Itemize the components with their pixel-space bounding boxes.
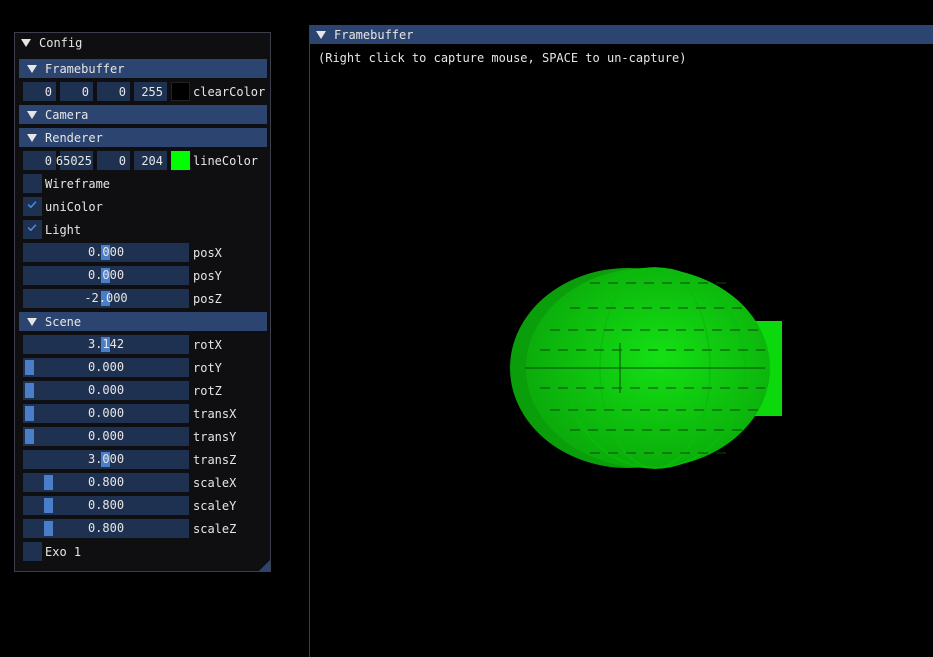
framebuffer-section-label: Framebuffer xyxy=(45,61,125,76)
wireframe-checkbox[interactable] xyxy=(23,174,42,193)
checkmark-icon xyxy=(27,201,37,208)
scalex-slider[interactable]: 0.800 xyxy=(23,473,189,492)
renderer-section-label: Renderer xyxy=(45,130,103,145)
scalex-value: 0.800 xyxy=(87,475,125,489)
framebuffer-window: Framebuffer (Right click to capture mous… xyxy=(309,25,933,657)
scaley-value: 0.800 xyxy=(87,498,125,512)
rendered-mesh xyxy=(510,267,782,469)
scalex-label: scaleX xyxy=(193,475,237,490)
transx-value: 0.000 xyxy=(87,406,125,420)
scaley-label: scaleY xyxy=(193,498,237,513)
rotz-value: 0.000 xyxy=(87,383,125,397)
resize-grip-icon[interactable] xyxy=(259,560,270,571)
render-viewport[interactable] xyxy=(310,68,933,657)
collapse-arrow-icon[interactable] xyxy=(316,30,326,39)
renderer-section-header[interactable]: Renderer xyxy=(19,128,267,147)
exo1-checkbox[interactable] xyxy=(23,542,42,561)
unicolor-label: uniColor xyxy=(45,199,103,214)
light-checkbox[interactable] xyxy=(23,220,42,239)
scene-section-header[interactable]: Scene xyxy=(19,312,267,331)
rotz-label: rotZ xyxy=(193,383,222,398)
posz-slider[interactable]: -2.000 xyxy=(23,289,189,308)
posy-value: 0.000 xyxy=(87,268,125,282)
posy-label: posY xyxy=(193,268,222,283)
capture-hint: (Right click to capture mouse, SPACE to … xyxy=(318,51,687,65)
rotx-slider[interactable]: 3.142 xyxy=(23,335,189,354)
exo1-label: Exo 1 xyxy=(45,544,82,559)
line-color-a[interactable]: 204 xyxy=(134,151,167,170)
framebuffer-section-header[interactable]: Framebuffer xyxy=(19,59,267,78)
framebuffer-titlebar[interactable]: Framebuffer xyxy=(310,25,933,44)
clear-color-b[interactable]: 0 xyxy=(97,82,130,101)
line-color-r[interactable]: 0 xyxy=(23,151,56,170)
collapse-arrow-icon xyxy=(27,64,37,73)
light-label: Light xyxy=(45,222,82,237)
posy-slider[interactable]: 0.000 xyxy=(23,266,189,285)
line-color-g[interactable]: 65025 xyxy=(56,151,93,170)
posx-label: posX xyxy=(193,245,222,260)
posz-label: posZ xyxy=(193,291,222,306)
line-color-label: lineColor xyxy=(193,153,259,168)
transx-slider[interactable]: 0.000 xyxy=(23,404,189,423)
rotx-label: rotX xyxy=(193,337,222,352)
checkmark-icon xyxy=(27,224,37,231)
line-color-swatch[interactable] xyxy=(171,151,190,170)
framebuffer-title: Framebuffer xyxy=(334,27,414,42)
transx-label: transX xyxy=(193,406,237,421)
scene-section-label: Scene xyxy=(45,314,82,329)
roty-label: rotY xyxy=(193,360,222,375)
transz-slider[interactable]: 3.000 xyxy=(23,450,189,469)
transz-label: transZ xyxy=(193,452,237,467)
scalez-slider[interactable]: 0.800 xyxy=(23,519,189,538)
scaley-slider[interactable]: 0.800 xyxy=(23,496,189,515)
posz-value: -2.000 xyxy=(84,291,128,305)
transy-value: 0.000 xyxy=(87,429,125,443)
transy-label: transY xyxy=(193,429,237,444)
unicolor-checkbox[interactable] xyxy=(23,197,42,216)
camera-section-label: Camera xyxy=(45,107,89,122)
collapse-arrow-icon xyxy=(27,133,37,142)
rotx-value: 3.142 xyxy=(87,337,125,351)
clear-color-a[interactable]: 255 xyxy=(134,82,167,101)
clear-color-label: clearColor xyxy=(193,84,266,99)
rotz-slider[interactable]: 0.000 xyxy=(23,381,189,400)
clear-color-swatch[interactable] xyxy=(171,82,190,101)
collapse-arrow-icon[interactable] xyxy=(21,39,31,47)
clear-color-g[interactable]: 0 xyxy=(60,82,93,101)
config-titlebar[interactable]: Config xyxy=(15,33,270,53)
config-title: Config xyxy=(39,36,83,50)
transz-value: 3.000 xyxy=(87,452,125,466)
camera-section-header[interactable]: Camera xyxy=(19,105,267,124)
posx-slider[interactable]: 0.000 xyxy=(23,243,189,262)
transy-slider[interactable]: 0.000 xyxy=(23,427,189,446)
posx-value: 0.000 xyxy=(87,245,125,259)
clear-color-r[interactable]: 0 xyxy=(23,82,56,101)
line-color-b[interactable]: 0 xyxy=(97,151,130,170)
roty-value: 0.000 xyxy=(87,360,125,374)
collapse-arrow-icon xyxy=(27,317,37,326)
collapse-arrow-icon xyxy=(27,110,37,119)
scalez-label: scaleZ xyxy=(193,521,237,536)
config-window: Config Framebuffer 0 0 0 255 clearColor … xyxy=(14,32,271,572)
roty-slider[interactable]: 0.000 xyxy=(23,358,189,377)
scalez-value: 0.800 xyxy=(87,521,125,535)
wireframe-label: Wireframe xyxy=(45,176,111,191)
